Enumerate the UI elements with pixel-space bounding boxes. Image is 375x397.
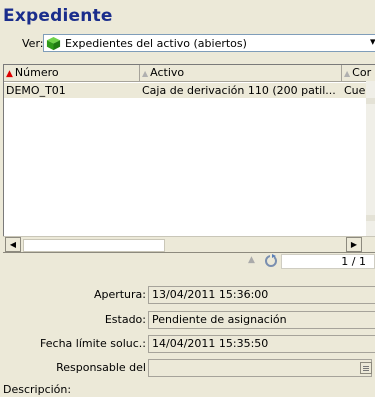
- apertura-field[interactable]: 13/04/2011 15:36:00: [148, 286, 375, 304]
- sort-icon: ▲: [344, 69, 351, 78]
- responsable-label: Responsable del: [56, 361, 146, 374]
- view-select[interactable]: Expedientes del activo (abiertos) ▾: [43, 34, 375, 52]
- cell-numero: DEMO_T01: [6, 84, 66, 97]
- column-header-cor[interactable]: ▲ Cor: [342, 65, 375, 82]
- lookup-icon[interactable]: [360, 362, 372, 374]
- scroll-arrow-up[interactable]: [366, 98, 375, 104]
- fecha-limite-field[interactable]: 14/04/2011 15:35:50: [148, 335, 375, 353]
- responsable-field[interactable]: [148, 359, 372, 377]
- estado-field[interactable]: Pendiente de asignación: [148, 311, 375, 329]
- chevron-down-icon[interactable]: ▾: [370, 35, 375, 48]
- records-grid: ▲ Número ▲ Activo ▲ Cor DEMO_T01 Caja de de…: [3, 64, 375, 250]
- column-header-label: Número: [14, 66, 59, 79]
- sort-icon: ▲: [142, 69, 149, 78]
- page-title: Expediente: [3, 6, 113, 26]
- estado-label: Estado:: [104, 313, 146, 326]
- recycle-icon[interactable]: [263, 254, 279, 268]
- view-label: Ver:: [22, 37, 44, 50]
- view-selected-value: Expedientes del activo (abiertos): [65, 37, 247, 50]
- column-header-label: Cor: [352, 66, 372, 79]
- column-header-activo[interactable]: ▲ Activo: [140, 65, 342, 82]
- descripcion-label: Descripción:: [3, 383, 72, 396]
- column-header-label: Activo: [150, 66, 185, 79]
- grid-status-bar: ▲ 1 / 1: [3, 252, 375, 270]
- sort-asc-icon: ▲: [6, 69, 13, 79]
- scroll-arrow-down[interactable]: [366, 215, 375, 221]
- horizontal-scrollbar[interactable]: ◀ ▶: [3, 236, 375, 252]
- record-count-box: 1 / 1: [281, 254, 375, 269]
- column-header-numero[interactable]: ▲ Número: [4, 65, 140, 82]
- scroll-right-button[interactable]: ▶: [346, 237, 362, 252]
- cell-activo: Caja de derivación 110 (200 patil...: [142, 84, 336, 97]
- sort-indicator-icon: ▲: [248, 255, 255, 265]
- scroll-left-button[interactable]: ◀: [5, 237, 21, 252]
- green-cube-icon: [46, 36, 61, 51]
- table-row[interactable]: DEMO_T01 Caja de derivación 110 (200 pat…: [4, 83, 375, 98]
- scroll-thumb[interactable]: [23, 239, 165, 252]
- apertura-label: Apertura:: [93, 288, 146, 301]
- fecha-limite-label: Fecha límite soluc.:: [40, 337, 146, 350]
- record-count: 1 / 1: [341, 255, 366, 268]
